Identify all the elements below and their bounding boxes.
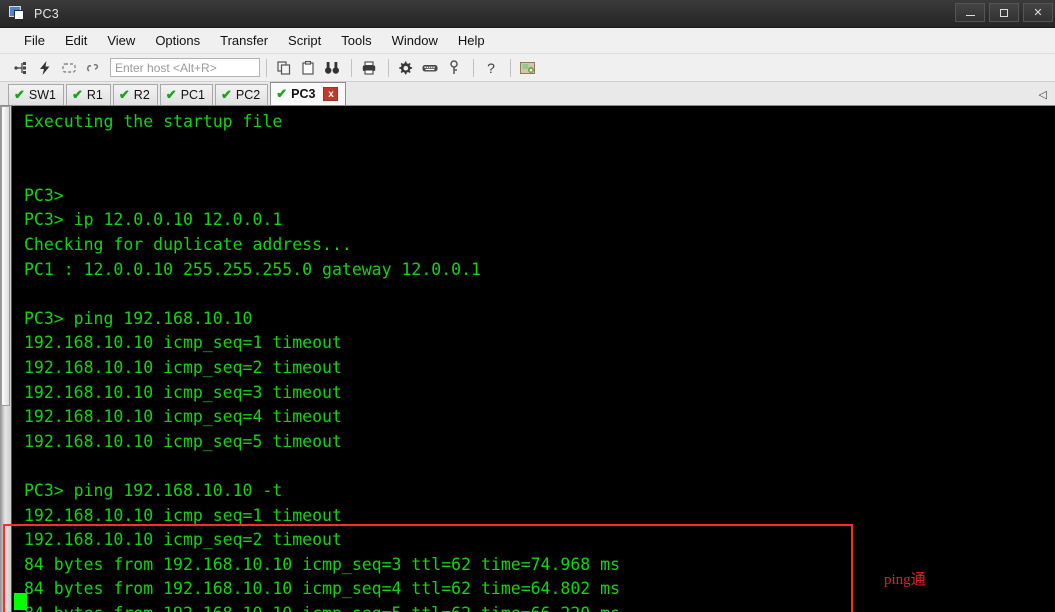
tab-r2[interactable]: ✔ R2 (112, 84, 158, 105)
menu-item-window[interactable]: Window (382, 30, 448, 51)
tab-label: PC1 (180, 88, 206, 102)
menu-item-edit[interactable]: Edit (55, 30, 97, 51)
svg-text:?: ? (487, 60, 495, 76)
scrollbar-thumb[interactable] (1, 106, 10, 406)
key-icon[interactable] (443, 57, 465, 79)
toolbar-separator-1 (266, 58, 267, 77)
terminal-line: 192.168.10.10 icmp_seq=5 timeout (24, 431, 342, 451)
terminal-line: 192.168.10.10 icmp_seq=2 timeout (24, 357, 342, 377)
settings-gear-icon[interactable] (395, 57, 417, 79)
quick-connect-icon[interactable] (34, 57, 56, 79)
tab-label: PC3 (291, 87, 316, 101)
terminal-line: 192.168.10.10 icmp_seq=1 timeout (24, 333, 342, 353)
menu-item-options[interactable]: Options (145, 30, 210, 51)
reconnect-icon[interactable] (58, 57, 80, 79)
toolbar-separator-4 (473, 58, 474, 77)
check-icon: ✔ (221, 87, 232, 102)
terminal-line: PC3> ping 192.168.10.10 -t (24, 480, 283, 500)
session-manager-icon[interactable] (517, 57, 539, 79)
window-title: PC3 (34, 6, 59, 21)
window-stack-icon (9, 6, 25, 21)
tab-r1[interactable]: ✔ R1 (66, 84, 111, 105)
terminal-line: Checking for duplicate address... (24, 234, 352, 254)
menu-item-view[interactable]: View (97, 30, 145, 51)
minimize-button[interactable] (955, 3, 985, 22)
tab-scroll-left-icon[interactable]: ◁ (1039, 88, 1047, 101)
terminal-area: Executing the startup file PC3> PC3> ip 1… (0, 106, 1055, 612)
tab-label: R2 (133, 88, 150, 102)
tab-label: SW1 (28, 88, 56, 102)
toolbar: Enter host <Alt+R> ? (0, 54, 1055, 82)
check-icon: ✔ (72, 87, 83, 102)
terminal-scrollbar[interactable] (0, 106, 12, 612)
check-icon: ✔ (165, 87, 177, 102)
check-icon: ✔ (118, 87, 130, 102)
menu-item-tools[interactable]: Tools (331, 30, 381, 51)
menu-bar: File Edit View Options Transfer Script T… (0, 28, 1055, 54)
menu-item-script[interactable]: Script (278, 30, 331, 51)
annotation-note: ping通 (884, 572, 926, 588)
find-icon[interactable] (321, 57, 343, 79)
tab-close-button[interactable]: x (323, 87, 339, 101)
toolbar-separator-2 (351, 58, 352, 77)
host-input[interactable]: Enter host <Alt+R> (110, 58, 260, 77)
maximize-button[interactable] (989, 3, 1019, 22)
window-controls: ✕ (955, 3, 1053, 22)
terminal-line: 192.168.10.10 icmp_seq=1 timeout (24, 505, 342, 525)
tab-label: R1 (86, 88, 103, 102)
print-icon[interactable] (358, 57, 380, 79)
menu-item-transfer[interactable]: Transfer (210, 30, 278, 51)
disconnect-icon[interactable] (82, 57, 104, 79)
title-bar: PC3 ✕ (0, 0, 1055, 28)
tab-sw1[interactable]: ✔ SW1 (8, 84, 64, 105)
menu-item-file[interactable]: File (14, 30, 55, 51)
toolbar-separator-5 (510, 58, 511, 77)
copy-icon[interactable] (273, 57, 295, 79)
check-icon: ✔ (14, 87, 25, 102)
terminal-line: PC1 : 12.0.0.10 255.255.255.0 gateway 12… (24, 259, 481, 279)
terminal-line: 192.168.10.10 icmp_seq=3 timeout (24, 382, 342, 402)
terminal-output[interactable]: Executing the startup file PC3> PC3> ip 1… (12, 106, 1055, 612)
close-button[interactable]: ✕ (1023, 3, 1053, 22)
toolbar-separator-3 (388, 58, 389, 77)
terminal-cursor (14, 593, 27, 610)
terminal-line: PC3> ip 12.0.0.10 12.0.0.1 (24, 210, 283, 230)
terminal-line: 192.168.10.10 icmp_seq=4 timeout (24, 407, 342, 427)
tab-pc1[interactable]: ✔ PC1 (159, 84, 214, 105)
connect-icon[interactable] (10, 57, 32, 79)
tab-label: PC2 (235, 88, 261, 102)
tab-pc3[interactable]: ✔ PC3 x (270, 82, 347, 105)
terminal-line: Executing the startup file (24, 112, 283, 131)
check-icon: ✔ (276, 86, 288, 101)
tab-pc2[interactable]: ✔ PC2 (215, 84, 269, 105)
paste-icon[interactable] (297, 57, 319, 79)
keyboard-icon[interactable] (419, 57, 441, 79)
tab-bar: ✔ SW1 ✔ R1 ✔ R2 ✔ PC1 ✔ PC2 ✔ PC3 x ◁ (0, 82, 1055, 106)
terminal-line: PC3> ping 192.168.10.10 (24, 308, 253, 328)
terminal-line: PC3> (24, 185, 64, 205)
terminal-line: 84 bytes from 192.168.10.10 icmp_seq=5 t… (24, 602, 1055, 612)
help-question-icon[interactable]: ? (480, 57, 502, 79)
menu-item-help[interactable]: Help (448, 30, 495, 51)
terminal-line: 192.168.10.10 icmp_seq=2 timeout (24, 530, 342, 550)
securecrt-window: PC3 ✕ File Edit View Options Transfer Sc… (0, 0, 1055, 612)
